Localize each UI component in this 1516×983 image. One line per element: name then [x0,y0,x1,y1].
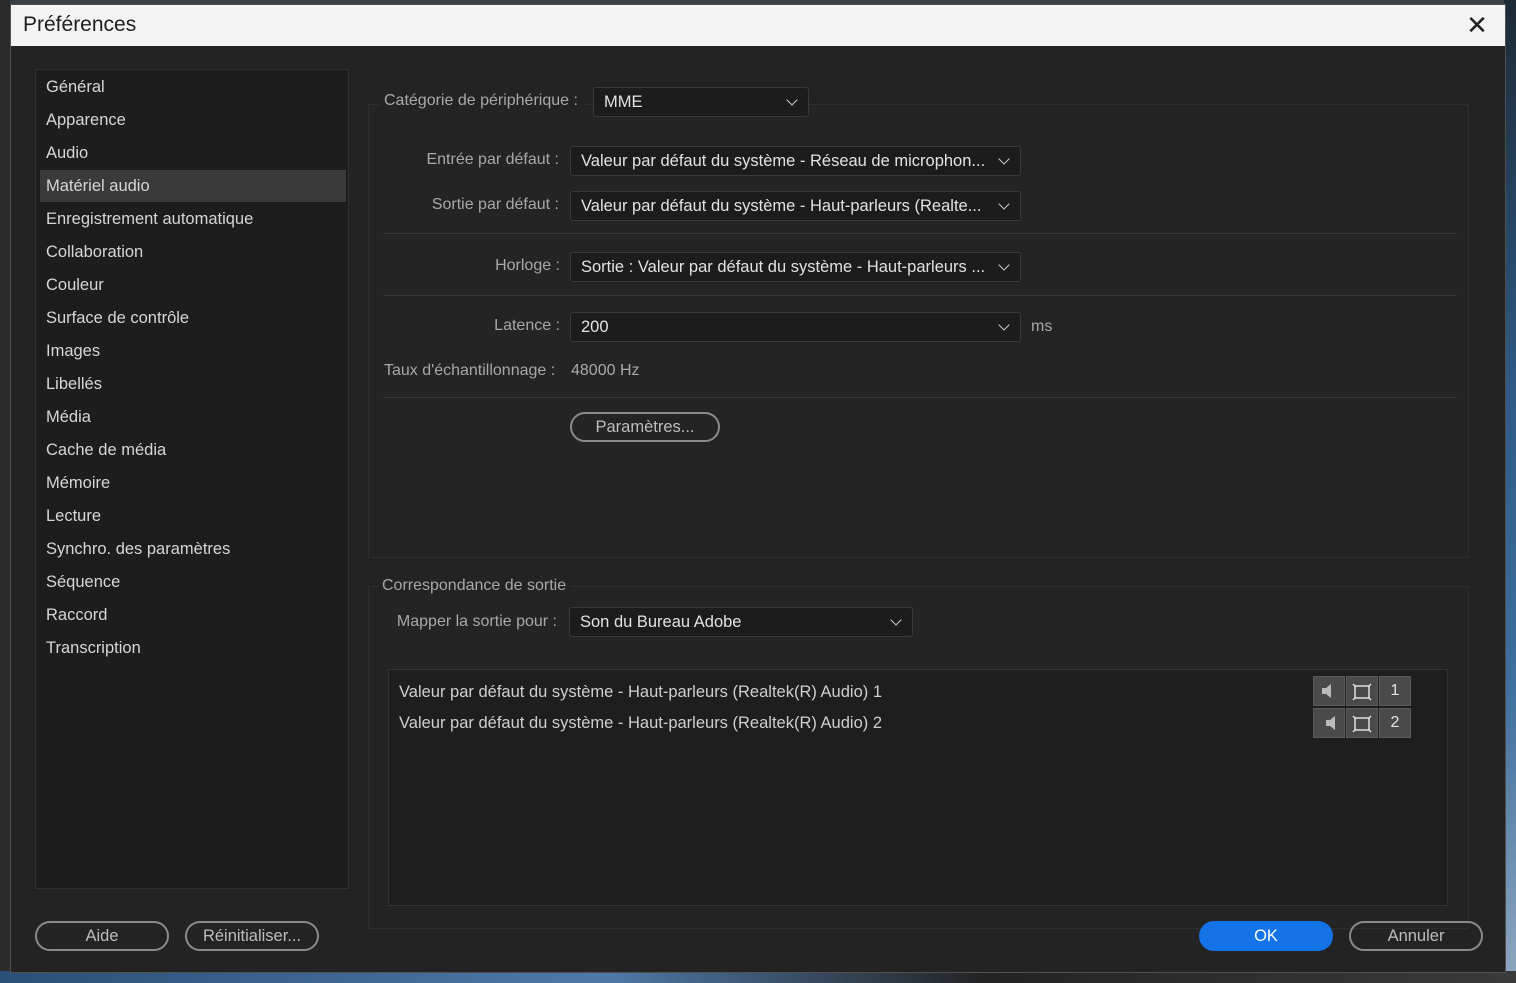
latency-unit: ms [1031,318,1053,335]
input-label: Entrée par défaut : [426,151,559,168]
default-output-value: Valeur par défaut du système - Haut-parl… [581,197,982,215]
sidebar-item[interactable]: Média [40,401,346,433]
sidebar-item[interactable]: Général [40,71,346,103]
sidebar-item[interactable]: Collaboration [40,236,346,268]
speaker-box-icon[interactable] [1346,676,1378,706]
output-label: Sortie par défaut : [431,196,559,213]
default-output-select[interactable]: Valeur par défaut du système - Haut-parl… [570,191,1021,221]
sidebar-item[interactable]: Transcription [40,632,346,664]
divider [383,397,1457,398]
channel-map-list: Valeur par défaut du système - Haut-parl… [388,669,1448,906]
sidebar-item[interactable]: Lecture [40,500,346,532]
map-output-for-value: Son du Bureau Adobe [580,613,742,631]
settings-button[interactable]: Paramètres... [570,412,720,442]
sidebar-item[interactable]: Synchro. des paramètres [40,533,346,565]
reset-button[interactable]: Réinitialiser... [185,921,319,951]
chevron-down-icon [890,608,904,636]
divider [383,295,1457,296]
output-mapping-legend: Correspondance de sortie [378,577,571,595]
sidebar-item[interactable]: Matériel audio [40,170,346,202]
sidebar-item[interactable]: Libellés [40,368,346,400]
chevron-down-icon [998,253,1012,281]
speaker-right-icon[interactable] [1313,708,1345,738]
speaker-left-icon[interactable] [1313,676,1345,706]
sidebar-item[interactable]: Enregistrement automatique [40,203,346,235]
chevron-down-icon [998,192,1012,220]
chevron-down-icon [786,88,800,116]
clock-select[interactable]: Sortie : Valeur par défaut du système - … [570,252,1021,282]
sidebar-item[interactable]: Apparence [40,104,346,136]
sidebar-item[interactable]: Raccord [40,599,346,631]
sidebar-item[interactable]: Audio [40,137,346,169]
device-category-select[interactable]: MME [593,87,809,117]
sidebar-item[interactable]: Séquence [40,566,346,598]
clock-value: Sortie : Valeur par défaut du système - … [581,258,986,276]
latency-label: Latence : [494,317,560,334]
latency-select[interactable]: 200 [570,312,1021,342]
ok-button[interactable]: OK [1199,921,1333,951]
chevron-down-icon [998,313,1012,341]
window-title: Préférences [23,13,137,36]
channel-number-2[interactable]: 2 [1379,708,1411,738]
device-category-label: Catégorie de périphérique : [380,92,584,110]
sidebar-item[interactable]: Surface de contrôle [40,302,346,334]
divider [383,233,1457,234]
chevron-down-icon [998,147,1012,175]
preferences-dialog: Préférences ✕ Général Apparence Audio Matér… [10,4,1506,973]
clock-label: Horloge : [495,257,560,274]
title-bar: Préférences ✕ [11,5,1505,46]
cancel-button[interactable]: Annuler [1349,921,1483,951]
latency-value: 200 [581,318,609,336]
sidebar-item[interactable]: Images [40,335,346,367]
channel-map-row-2: Valeur par défaut du système - Haut-parl… [399,714,882,732]
category-sidebar: Général Apparence Audio Matériel audio Enreg… [35,69,349,889]
help-button[interactable]: Aide [35,921,169,951]
channel-map-row-1: Valeur par défaut du système - Haut-parl… [399,683,882,701]
map-output-for-label: Mapper la sortie pour : [396,613,557,630]
background-left [0,0,10,983]
default-input-value: Valeur par défaut du système - Réseau de… [581,152,986,170]
speaker-box-icon[interactable] [1346,708,1378,738]
channel-number-1[interactable]: 1 [1379,676,1411,706]
close-icon[interactable]: ✕ [1461,9,1493,41]
sidebar-item[interactable]: Cache de média [40,434,346,466]
map-output-for-select[interactable]: Son du Bureau Adobe [569,607,913,637]
sample-rate-value: 48000 Hz [571,362,640,379]
sidebar-item[interactable]: Mémoire [40,467,346,499]
sample-rate-label: Taux d'échantillonnage : [384,362,556,379]
device-category-value: MME [604,93,643,111]
sidebar-item[interactable]: Couleur [40,269,346,301]
default-input-select[interactable]: Valeur par défaut du système - Réseau de… [570,146,1021,176]
